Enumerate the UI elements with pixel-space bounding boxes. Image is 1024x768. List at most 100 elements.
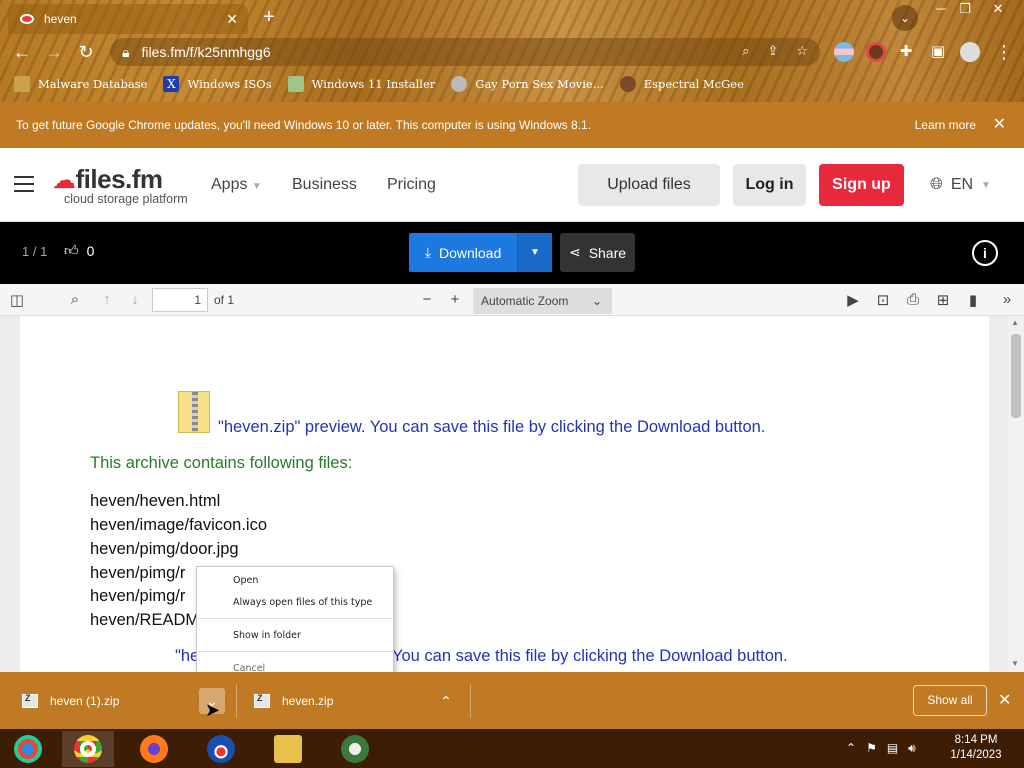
bookmark-site-4[interactable]: Gay Porn Sex Movie... <box>451 74 604 94</box>
previous-page-icon[interactable]: ↑ <box>98 291 116 308</box>
menu-item-show-in-folder[interactable]: Show in folder <box>233 630 301 641</box>
app-icon <box>341 735 369 763</box>
share-page-icon[interactable]: ⇪ <box>767 43 778 59</box>
side-panel-icon[interactable]: ▣ <box>926 40 950 64</box>
forward-button[interactable]: → <box>42 40 66 64</box>
download-shelf: heven (1).zip ⌄ heven.zip ⌃ Show all ✕ <box>0 672 1024 729</box>
bookmark-icon[interactable]: ▮ <box>964 291 982 309</box>
file-list-item: heven/pimg/door.jpg <box>90 540 239 558</box>
learn-more-link[interactable]: Learn more <box>915 118 976 132</box>
network-icon[interactable]: ▤ <box>887 741 898 756</box>
tools-chevron-icon[interactable]: » <box>998 291 1016 308</box>
show-hidden-icons-icon[interactable]: ⌃ <box>846 741 856 756</box>
nav-business[interactable]: Business <box>292 176 357 194</box>
hamburger-menu-icon[interactable] <box>14 176 34 192</box>
menu-kebab-icon[interactable]: ⋮ <box>992 40 1016 64</box>
scrollbar-thumb[interactable] <box>1011 334 1021 418</box>
volume-icon[interactable]: 🔊︎ <box>908 741 916 756</box>
image-icon <box>287 76 304 92</box>
tab-title: heven <box>44 12 77 26</box>
restore-button[interactable]: ❐ <box>950 0 980 18</box>
address-bar[interactable]: 🔒︎ files.fm/f/k25nmhgg6 ⌕ ⇪ ☆ <box>110 38 820 66</box>
taskbar-chrome[interactable] <box>62 731 114 767</box>
scroll-down-icon[interactable]: ▼ <box>1011 659 1019 668</box>
cloud-logo-icon: ☁ <box>52 167 76 194</box>
taskbar-file-explorer[interactable] <box>262 731 314 767</box>
print-icon[interactable]: ⎙ <box>904 291 922 308</box>
presentation-mode-icon[interactable]: ▶ <box>844 291 862 309</box>
upload-files-button[interactable]: Upload files <box>578 164 720 206</box>
download-arrow-icon: ⤓ <box>424 244 431 260</box>
tab-heven[interactable]: heven ✕ <box>8 4 248 34</box>
viewer-toolbar: 1 / 1 👍︎ 0 ⤓ Download ▼ ⋖ Share i <box>0 222 1024 284</box>
zoom-in-icon[interactable]: + <box>446 291 464 308</box>
sidebar-toggle-icon[interactable]: ◫ <box>8 291 26 309</box>
new-tab-button[interactable]: + <box>258 6 280 29</box>
login-button[interactable]: Log in <box>733 164 806 206</box>
archive-contents-heading: This archive contains following files: <box>90 454 353 472</box>
files-fm-logo[interactable]: ☁files.fm cloud storage platform <box>52 164 188 206</box>
thumbs-up-icon: 👍︎ <box>64 242 79 258</box>
download-options-caret[interactable]: ▼ <box>517 233 552 272</box>
clock[interactable]: 8:14 PM 1/14/2023 <box>942 733 1010 763</box>
extension-flag-icon[interactable] <box>834 42 854 62</box>
search-icon[interactable]: ⌕ <box>66 291 84 308</box>
page-number-input[interactable]: 1 <box>152 288 208 312</box>
nav-apps[interactable]: Apps ▼ <box>211 176 262 194</box>
start-button[interactable] <box>2 731 54 767</box>
signup-button[interactable]: Sign up <box>819 164 904 206</box>
file-list-item: heven/READM <box>90 611 200 629</box>
zoom-out-icon[interactable]: − <box>418 291 436 308</box>
download-button[interactable]: ⤓ Download <box>409 233 517 272</box>
flag-icon[interactable]: ⚑ <box>866 741 877 756</box>
chevron-down-icon: ⌄ <box>591 294 602 308</box>
pdf-toolbar: ◫ ⌕ ↑ ↓ 1 of 1 − + Automatic Zoom ⌄ ▶ ⊡ … <box>0 284 1024 316</box>
close-window-button[interactable]: ✕ <box>983 0 1013 18</box>
reload-button[interactable]: ↻ <box>74 40 98 64</box>
document-viewer: "heven.zip" preview. You can save this f… <box>0 316 1024 672</box>
extension-avatar-icon[interactable] <box>866 42 886 62</box>
folder-icon <box>14 76 30 92</box>
zoom-icon[interactable]: ⌕ <box>742 43 749 59</box>
close-tab-icon[interactable]: ✕ <box>226 11 238 28</box>
download-item[interactable]: heven (1).zip <box>22 672 119 729</box>
bookmark-malware-database[interactable]: Malware Database <box>14 74 147 94</box>
back-button[interactable]: ← <box>10 40 34 64</box>
favicon-icon <box>20 14 34 24</box>
menu-item-open[interactable]: Open <box>233 575 258 586</box>
tab-search-button[interactable]: ⌄ <box>892 5 918 31</box>
taskbar-firefox[interactable] <box>128 731 180 767</box>
taskbar-app-flower[interactable] <box>329 731 381 767</box>
bookmark-espectral-mcgee[interactable]: Espectral McGee <box>619 74 744 94</box>
open-file-icon[interactable]: ⊡ <box>874 291 892 309</box>
update-infobar: To get future Google Chrome updates, you… <box>0 102 1024 148</box>
extensions-puzzle-icon[interactable]: ✚ <box>894 40 918 64</box>
preview-notice-bottom-right: You can save this file by clicking the D… <box>392 647 788 665</box>
folder-icon <box>274 735 302 763</box>
share-button[interactable]: ⋖ Share <box>560 233 635 272</box>
show-all-button[interactable]: Show all <box>913 685 987 716</box>
download-item-menu-chevron-icon[interactable]: ⌃ <box>433 688 459 714</box>
info-icon[interactable]: i <box>972 240 998 266</box>
close-infobar-icon[interactable]: ✕ <box>993 114 1006 134</box>
logo-tagline: cloud storage platform <box>64 192 188 206</box>
close-shelf-icon[interactable]: ✕ <box>998 690 1011 710</box>
next-page-icon[interactable]: ↓ <box>126 291 144 308</box>
profile-avatar-icon[interactable] <box>960 42 980 62</box>
start-orb-icon <box>14 735 42 763</box>
language-selector[interactable]: 🌐︎ EN ▼ <box>930 176 991 194</box>
bookmark-windows-11-installer[interactable]: Windows 11 Installer <box>287 74 435 94</box>
site-header: ☁files.fm cloud storage platform Apps ▼ … <box>0 148 1024 222</box>
taskbar-app-obama[interactable] <box>195 731 247 767</box>
zoom-select[interactable]: Automatic Zoom ⌄ <box>473 288 612 314</box>
save-icon[interactable]: ⊞ <box>934 291 952 309</box>
zip-file-icon <box>178 391 210 433</box>
like-button[interactable]: 👍︎ 0 <box>64 242 94 259</box>
mouse-cursor-icon: ➤ <box>205 700 221 720</box>
bookmark-star-icon[interactable]: ☆ <box>796 43 808 59</box>
bookmark-windows-isos[interactable]: X Windows ISOs <box>163 74 272 94</box>
menu-item-always-open[interactable]: Always open files of this type <box>233 597 372 608</box>
nav-pricing[interactable]: Pricing <box>387 176 436 194</box>
scroll-up-icon[interactable]: ▲ <box>1011 318 1019 327</box>
download-item[interactable]: heven.zip <box>254 672 333 729</box>
